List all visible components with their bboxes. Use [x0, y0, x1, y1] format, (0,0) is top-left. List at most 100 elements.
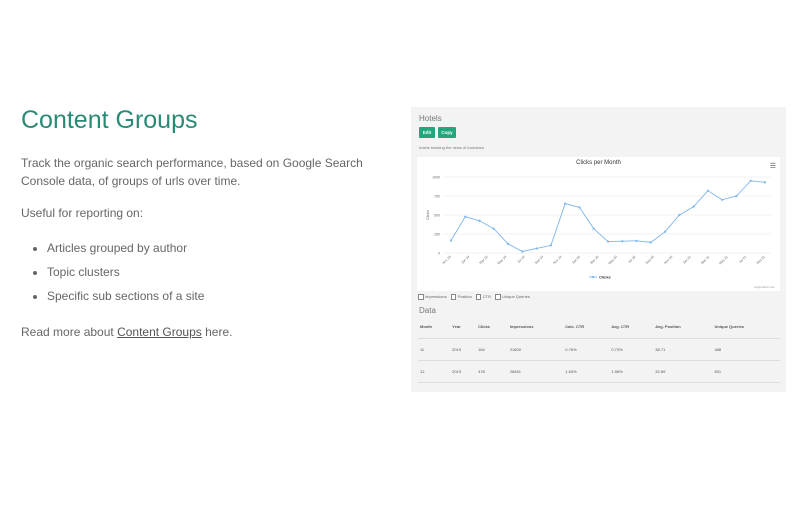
data-point — [578, 206, 581, 209]
table-cell: 1.63% — [563, 360, 610, 383]
use-case-list: Articles grouped by author Topic cluster… — [21, 236, 371, 308]
content-groups-link[interactable]: Content Groups — [117, 325, 202, 339]
data-point — [635, 239, 638, 242]
clicks-chart: 0 250 500 750 1000 Clicks Nov 18 Jan 19 Mar 19 Ma… — [426, 175, 771, 279]
x-tick-label: Sep 19 — [534, 255, 544, 265]
copy-button[interactable]: Copy — [438, 127, 456, 138]
table-row: 12 2019 478 28461 1.63% 1.98% 32.89 831 — [418, 360, 780, 383]
data-point — [592, 227, 595, 230]
table-cell: 1.18% — [609, 382, 654, 392]
table-cell: 31.99 — [653, 382, 713, 392]
checkbox-ctr[interactable]: CTR — [475, 294, 492, 300]
data-point — [478, 219, 481, 222]
table-cell: 1 — [418, 382, 451, 392]
y-tick-label: 1000 — [432, 175, 440, 179]
data-point — [763, 181, 767, 184]
x-tick-label: Mar 19 — [479, 255, 489, 265]
table-cell: 1.35% — [563, 382, 610, 392]
checkbox-impressions[interactable]: Impressions — [418, 294, 447, 300]
data-point — [606, 240, 610, 243]
table-cell: 28461 — [507, 360, 564, 383]
y-tick-label: 250 — [434, 232, 440, 236]
table-cell: 2020 — [450, 382, 477, 392]
content-groups-intro: Content Groups Track the organic search … — [21, 104, 371, 355]
page-title: Content Groups — [21, 106, 198, 134]
list-item: Topic clusters — [47, 260, 371, 284]
group-title: Hotels — [419, 114, 442, 123]
table-cell: 12 — [418, 360, 451, 383]
x-tick-label: Jan 19 — [460, 255, 470, 265]
checkbox-box[interactable] — [495, 294, 501, 300]
read-more-text: Read more about Content Groups here. — [21, 323, 371, 341]
checkbox-label: CTR — [482, 294, 492, 300]
column-header: Calc. CTR — [563, 320, 610, 339]
legend-label: Clicks — [599, 274, 612, 279]
table-cell: 21600 — [507, 338, 564, 361]
data-point — [535, 247, 538, 250]
table-cell: 831 — [712, 360, 780, 383]
checkbox-box[interactable] — [450, 294, 457, 300]
data-point — [649, 241, 652, 244]
useful-label: Useful for reporting on: — [21, 206, 144, 220]
table-row: 1 2020 424 31086 1.35% 1.18% 31.99 791 — [418, 382, 780, 392]
table-cell: 164 — [476, 338, 508, 361]
checkbox-unique-queries[interactable]: Unique Queries — [495, 294, 530, 300]
data-point — [692, 205, 695, 208]
x-tick-label: May 21 — [718, 255, 729, 266]
x-tick-label: Jan 21 — [682, 255, 692, 265]
table-cell: 478 — [476, 360, 508, 383]
read-more-suffix: here. — [201, 325, 233, 339]
edit-button[interactable]: Edit — [419, 127, 435, 138]
data-point — [506, 242, 510, 245]
read-more-prefix: Read more about — [21, 325, 118, 339]
data-point — [721, 198, 724, 201]
table-cell: 2019 — [450, 360, 477, 383]
screenshot-panel: Hotels Edit Copy hotels tracking the new… — [411, 107, 786, 392]
column-header: Avg. Position — [653, 320, 713, 339]
data-point — [564, 202, 567, 205]
metric-checkboxes: Impressions Position CTR Unique Queries — [418, 294, 530, 300]
data-title: Data — [419, 306, 436, 315]
checkbox-label: Unique Queries — [502, 294, 530, 300]
data-point — [492, 227, 495, 230]
x-tick-label: Mar 20 — [589, 255, 599, 265]
data-point — [735, 194, 738, 198]
x-tick-label: Jul 19 — [517, 255, 526, 264]
table-cell: 31086 — [507, 382, 564, 392]
table-cell: 0.73% — [609, 338, 654, 361]
data-point — [464, 215, 467, 218]
x-tick-label: Sep 21 — [755, 255, 765, 265]
chart-card: Clicks per Month ☰ 0 250 500 750 1000 Clicks N… — [417, 157, 780, 291]
intro-text: Track the organic search performance, ba… — [21, 156, 363, 188]
table-cell: 38.71 — [653, 338, 713, 361]
column-header: Impressions — [507, 320, 564, 339]
chart-credit: Highcharts.com — [754, 285, 775, 289]
data-point — [749, 179, 752, 182]
column-header: Avg. CTR — [609, 320, 654, 339]
x-tick-label: Jul 21 — [738, 255, 747, 264]
table-cell: 0.76% — [563, 338, 610, 361]
data-point — [678, 213, 681, 217]
data-point — [521, 250, 524, 253]
x-tick-label: May 19 — [497, 255, 508, 266]
y-axis-label: Clicks — [426, 210, 430, 220]
list-item: Articles grouped by author — [47, 236, 371, 260]
x-tick-label: Sep 20 — [645, 255, 655, 265]
checkbox-label: Impressions — [425, 294, 447, 300]
x-tick-label: Mar 21 — [700, 255, 710, 265]
checkbox-position[interactable]: Position — [450, 294, 472, 300]
legend-marker — [591, 275, 595, 279]
data-point — [663, 230, 667, 233]
y-tick-label: 500 — [434, 213, 440, 217]
y-tick-label: 750 — [434, 194, 440, 198]
data-point — [449, 239, 453, 242]
table-cell: 11 — [418, 338, 451, 361]
column-header: Unique Queries — [712, 320, 780, 339]
table-cell: 2019 — [450, 338, 477, 361]
checkbox-box[interactable] — [475, 294, 482, 300]
checkbox-label: Position — [457, 294, 472, 300]
column-header: Month — [418, 320, 451, 339]
checkbox-box[interactable] — [418, 294, 424, 300]
data-point — [549, 244, 553, 247]
x-tick-label: Nov 20 — [663, 255, 673, 265]
